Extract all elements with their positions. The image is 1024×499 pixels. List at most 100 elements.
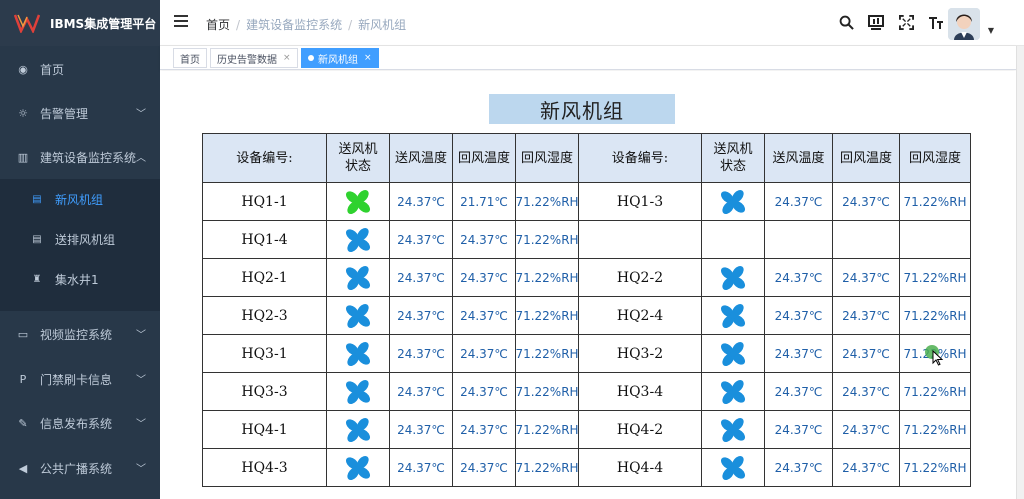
unit-icon: ▤: [32, 233, 42, 245]
tag-home[interactable]: 首页: [173, 48, 207, 68]
table-header-label: 回风温度: [457, 150, 510, 166]
tag-label: 新风机组: [318, 54, 358, 66]
table-cell-fan: [702, 221, 765, 259]
table-cell-return: 24.37℃: [453, 449, 516, 487]
tag-history-alarm[interactable]: 历史告警数据 ×: [210, 48, 298, 68]
device-id: HQ3-4: [616, 383, 664, 400]
reading-value: 24.37℃: [460, 232, 508, 247]
chevron-down-icon: ﹀: [136, 375, 146, 386]
table-cell-id: HQ2-1: [203, 259, 327, 297]
device-id: HQ4-1: [241, 421, 288, 438]
fan-icon: [345, 303, 371, 328]
table-cell-supply: [765, 221, 833, 259]
table-cell-fan: [702, 183, 765, 221]
table-header-cell: 送风温度: [765, 134, 833, 183]
sidebar-item-label: 告警管理: [40, 106, 89, 121]
table-cell-fan: [327, 183, 390, 221]
reading-value: 24.37℃: [842, 422, 890, 437]
table-cell-id: HQ2-2: [579, 259, 702, 297]
megaphone-icon: ◀: [18, 461, 28, 475]
table-cell-return: 24.37℃: [833, 183, 900, 221]
table-cell-return: 24.37℃: [453, 335, 516, 373]
sidebar-item-video[interactable]: ▭ 视频监控系统 ﹀: [0, 312, 160, 356]
fullscreen-icon[interactable]: [898, 14, 914, 30]
header: 首页 / 建筑设备监控系统 / 新风机组 ▼: [160, 0, 1024, 46]
reading-value: 71.22%RH: [903, 384, 967, 399]
chevron-down-icon: ﹀: [136, 330, 146, 341]
table-header-cell: 设备编号:: [579, 134, 702, 183]
table-header-label: 送风机 状态: [338, 142, 378, 174]
reading-value: 24.37℃: [397, 270, 445, 285]
sidebar-item-building[interactable]: ▥ 建筑设备监控系统 ︿: [0, 135, 160, 179]
scrollbar[interactable]: [1016, 46, 1024, 499]
caret-down-icon[interactable]: ▼: [988, 26, 994, 35]
sidebar-item-access[interactable]: P 门禁刷卡信息 ﹀: [0, 357, 160, 401]
reading-value: 24.37℃: [397, 346, 445, 361]
sidebar-item-home[interactable]: ◉ 首页: [0, 47, 160, 91]
table-cell-supply: 24.37℃: [390, 221, 453, 259]
screen-icon[interactable]: [868, 14, 884, 30]
sidebar-subitem-exhaust[interactable]: ▤ 送排风机组: [0, 219, 160, 259]
table-cell-return: 24.37℃: [453, 221, 516, 259]
table-cell-humidity: 71.22%RH: [900, 449, 971, 487]
sidebar-subitem-sump[interactable]: ♜ 集水井1: [0, 259, 160, 299]
reading-value: 71.22%RH: [903, 460, 967, 475]
table-cell-id: HQ3-4: [579, 373, 702, 411]
table-cell-fan: [327, 221, 390, 259]
table-cell-fan: [327, 449, 390, 487]
fan-icon: [720, 417, 746, 442]
device-id: HQ1-3: [616, 193, 664, 210]
table-cell-humidity: 71.22%RH: [900, 373, 971, 411]
breadcrumb-building[interactable]: 建筑设备监控系统: [246, 18, 342, 32]
table-cell-supply: 24.37℃: [765, 335, 833, 373]
device-id: HQ2-1: [241, 269, 288, 286]
table-header-cell: 送风温度: [390, 134, 453, 183]
reading-value: 71.22%RH: [515, 460, 579, 475]
table-cell-supply: 24.37℃: [765, 449, 833, 487]
unit-icon: ▤: [32, 193, 42, 205]
table-cell-id: HQ3-3: [203, 373, 327, 411]
avatar[interactable]: [948, 8, 980, 40]
search-icon[interactable]: [838, 14, 854, 30]
fan-icon: [345, 265, 371, 290]
table-cell-supply: 24.37℃: [390, 183, 453, 221]
reading-value: 24.37℃: [460, 384, 508, 399]
table-cell-id: HQ1-1: [203, 183, 327, 221]
reading-value: 71.22%RH: [515, 232, 579, 247]
brand[interactable]: IBMS集成管理平台: [0, 0, 160, 46]
table-cell-fan: [702, 335, 765, 373]
monitor-icon: ▭: [17, 327, 29, 341]
table-cell-humidity: 71.22%RH: [515, 297, 579, 335]
fan-icon: [720, 341, 746, 366]
sidebar-subitem-fresh-air[interactable]: ▤ 新风机组: [0, 179, 160, 219]
sidebar-item-publish[interactable]: ✎ 信息发布系统 ﹀: [0, 401, 160, 445]
fresh-air-unit-table: 设备编号: 送风机 状态 送风温度 回风温度 回风湿度 设备编号: 送风机 状态 送风温度 回风…: [202, 133, 977, 499]
breadcrumb-separator: /: [236, 18, 241, 32]
close-icon[interactable]: ×: [364, 53, 372, 63]
reading-value: 71.22%RH: [903, 270, 967, 285]
table-cell-humidity: 71.22%RH: [900, 297, 971, 335]
reading-value: 24.37℃: [774, 460, 823, 475]
reading-value: 24.37℃: [774, 308, 823, 323]
fan-icon: [345, 417, 371, 442]
sidebar-item-broadcast[interactable]: ◀ 公共广播系统 ﹀: [0, 446, 160, 490]
page-title: 新风机组: [489, 94, 675, 124]
breadcrumb-home[interactable]: 首页: [206, 18, 230, 32]
pump-icon: ♜: [32, 273, 42, 285]
sidebar-item-alarm[interactable]: ☼ 告警管理 ﹀: [0, 91, 160, 135]
app-window: IBMS集成管理平台 ◉ 首页 ☼ 告警管理 ﹀ ▥ 建筑设备监控系统 ︿ ▤ …: [0, 0, 1024, 499]
reading-value: 71.22%RH: [515, 308, 579, 323]
table-cell-return: 24.37℃: [833, 449, 900, 487]
close-icon[interactable]: ×: [283, 53, 291, 63]
font-size-icon[interactable]: [928, 14, 944, 30]
reading-value: 24.37℃: [397, 422, 445, 437]
fan-icon: [345, 379, 371, 404]
table-header-cell: 回风温度: [833, 134, 900, 183]
device-id: HQ4-2: [616, 421, 664, 438]
building-icon: ▥: [17, 150, 29, 164]
table-cell-supply: 24.37℃: [765, 183, 833, 221]
breadcrumb-current: 新风机组: [358, 18, 407, 32]
tag-fresh-air[interactable]: 新风机组 ×: [301, 48, 379, 68]
hamburger-icon[interactable]: [174, 15, 188, 29]
table-cell-supply: 24.37℃: [765, 259, 833, 297]
